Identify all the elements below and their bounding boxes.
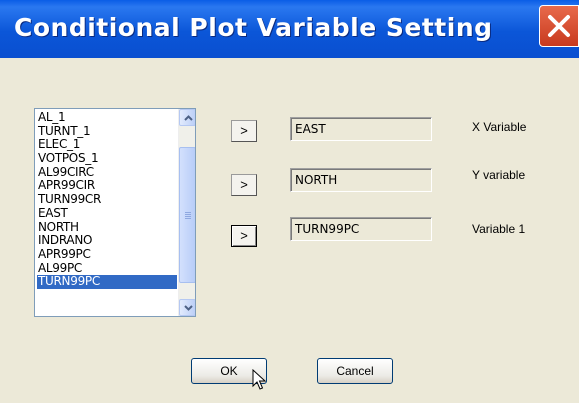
scroll-up-button[interactable]	[179, 109, 195, 126]
scroll-thumb[interactable]	[179, 147, 195, 283]
scroll-up-arrow-icon	[184, 115, 193, 121]
assign-x-variable-button[interactable]: >	[231, 120, 257, 142]
assign-y-variable-button[interactable]: >	[231, 174, 257, 196]
list-item[interactable]: APR99CIR	[37, 179, 177, 193]
list-item-selected[interactable]: TURN99PC	[37, 275, 177, 289]
variable-listbox[interactable]: AL_1 TURNT_1 ELEC_1 VOTPOS_1 AL99CIRC AP…	[34, 108, 196, 317]
list-item[interactable]: EAST	[37, 206, 177, 221]
variable-1-label: Variable 1	[472, 222, 526, 236]
mouse-pointer-icon	[252, 369, 266, 390]
cancel-button[interactable]: Cancel	[317, 358, 393, 384]
y-variable-label: Y variable	[472, 168, 526, 182]
list-item[interactable]: AL99PC	[37, 261, 177, 276]
x-variable-label: X Variable	[472, 120, 527, 134]
list-item[interactable]: AL_1	[37, 110, 177, 125]
assign-variable-1-button[interactable]: >	[231, 225, 257, 247]
list-item[interactable]: AL99CIRC	[37, 165, 177, 180]
list-item[interactable]: APR99PC	[37, 247, 177, 262]
scroll-down-arrow-icon	[184, 305, 193, 311]
window-title: Conditional Plot Variable Setting	[14, 13, 493, 42]
list-item[interactable]: TURNT_1	[37, 124, 177, 139]
close-button[interactable]	[539, 5, 579, 47]
scroll-down-button[interactable]	[179, 299, 195, 316]
variable-1-field: TURN99PC	[290, 217, 432, 241]
list-item[interactable]: NORTH	[37, 220, 177, 235]
y-variable-field: NORTH	[290, 168, 432, 192]
list-scrollbar[interactable]	[178, 109, 195, 316]
list-item[interactable]: VOTPOS_1	[37, 151, 177, 166]
list-item[interactable]: TURN99CR	[37, 192, 177, 207]
variable-list: AL_1 TURNT_1 ELEC_1 VOTPOS_1 AL99CIRC AP…	[37, 110, 177, 289]
close-x-icon	[548, 15, 570, 37]
list-item[interactable]: ELEC_1	[37, 138, 177, 152]
x-variable-field: EAST	[290, 117, 432, 141]
list-item[interactable]: INDRANO	[37, 233, 177, 248]
title-bar[interactable]: Conditional Plot Variable Setting	[0, 0, 579, 58]
